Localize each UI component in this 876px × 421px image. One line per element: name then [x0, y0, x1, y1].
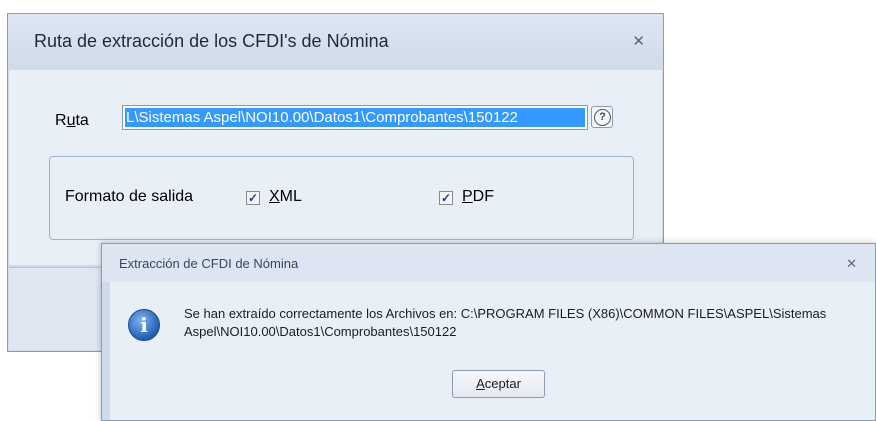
question-icon: ? — [594, 109, 611, 126]
ruta-input-value: L\Sistemas Aspel\NOI10.00\Datos1\Comprob… — [125, 108, 585, 127]
message-line-1: Se han extraído correctamente los Archiv… — [184, 306, 827, 321]
close-icon[interactable]: ✕ — [846, 256, 857, 272]
message-line-2: Aspel\NOI10.00\Datos1\Comprobantes\15012… — [184, 324, 457, 339]
ruta-label: Ruta — [55, 112, 89, 129]
message-box-titlebar[interactable]: Extracción de CFDI de Nómina ✕ — [102, 244, 875, 282]
route-dialog-titlebar[interactable]: Ruta de extracción de los CFDI's de Nómi… — [8, 14, 663, 70]
browse-help-button[interactable]: ? — [591, 106, 613, 128]
accept-button[interactable]: Aceptar — [452, 370, 545, 398]
message-text: Se han extraído correctamente los Archiv… — [184, 305, 874, 341]
pdf-checkbox[interactable]: ✓ — [439, 191, 453, 205]
message-box-body: i Se han extraído correctamente los Arch… — [110, 282, 875, 420]
close-icon[interactable]: ✕ — [632, 32, 645, 50]
xml-checkbox-label[interactable]: XML — [269, 188, 302, 206]
info-icon: i — [128, 309, 160, 341]
message-box: Extracción de CFDI de Nómina ✕ i Se han … — [101, 243, 876, 421]
output-format-group: Formato de salida ✓ XML ✓ PDF — [49, 156, 634, 240]
xml-checkbox[interactable]: ✓ — [246, 191, 260, 205]
route-dialog-body: Ruta L\Sistemas Aspel\NOI10.00\Datos1\Co… — [9, 70, 662, 265]
output-format-label: Formato de salida — [65, 188, 194, 205]
ruta-input[interactable]: L\Sistemas Aspel\NOI10.00\Datos1\Comprob… — [122, 105, 588, 130]
message-box-title: Extracción de CFDI de Nómina — [119, 256, 299, 271]
pdf-checkbox-label[interactable]: PDF — [462, 188, 494, 206]
route-dialog-title: Ruta de extracción de los CFDI's de Nómi… — [34, 31, 389, 51]
